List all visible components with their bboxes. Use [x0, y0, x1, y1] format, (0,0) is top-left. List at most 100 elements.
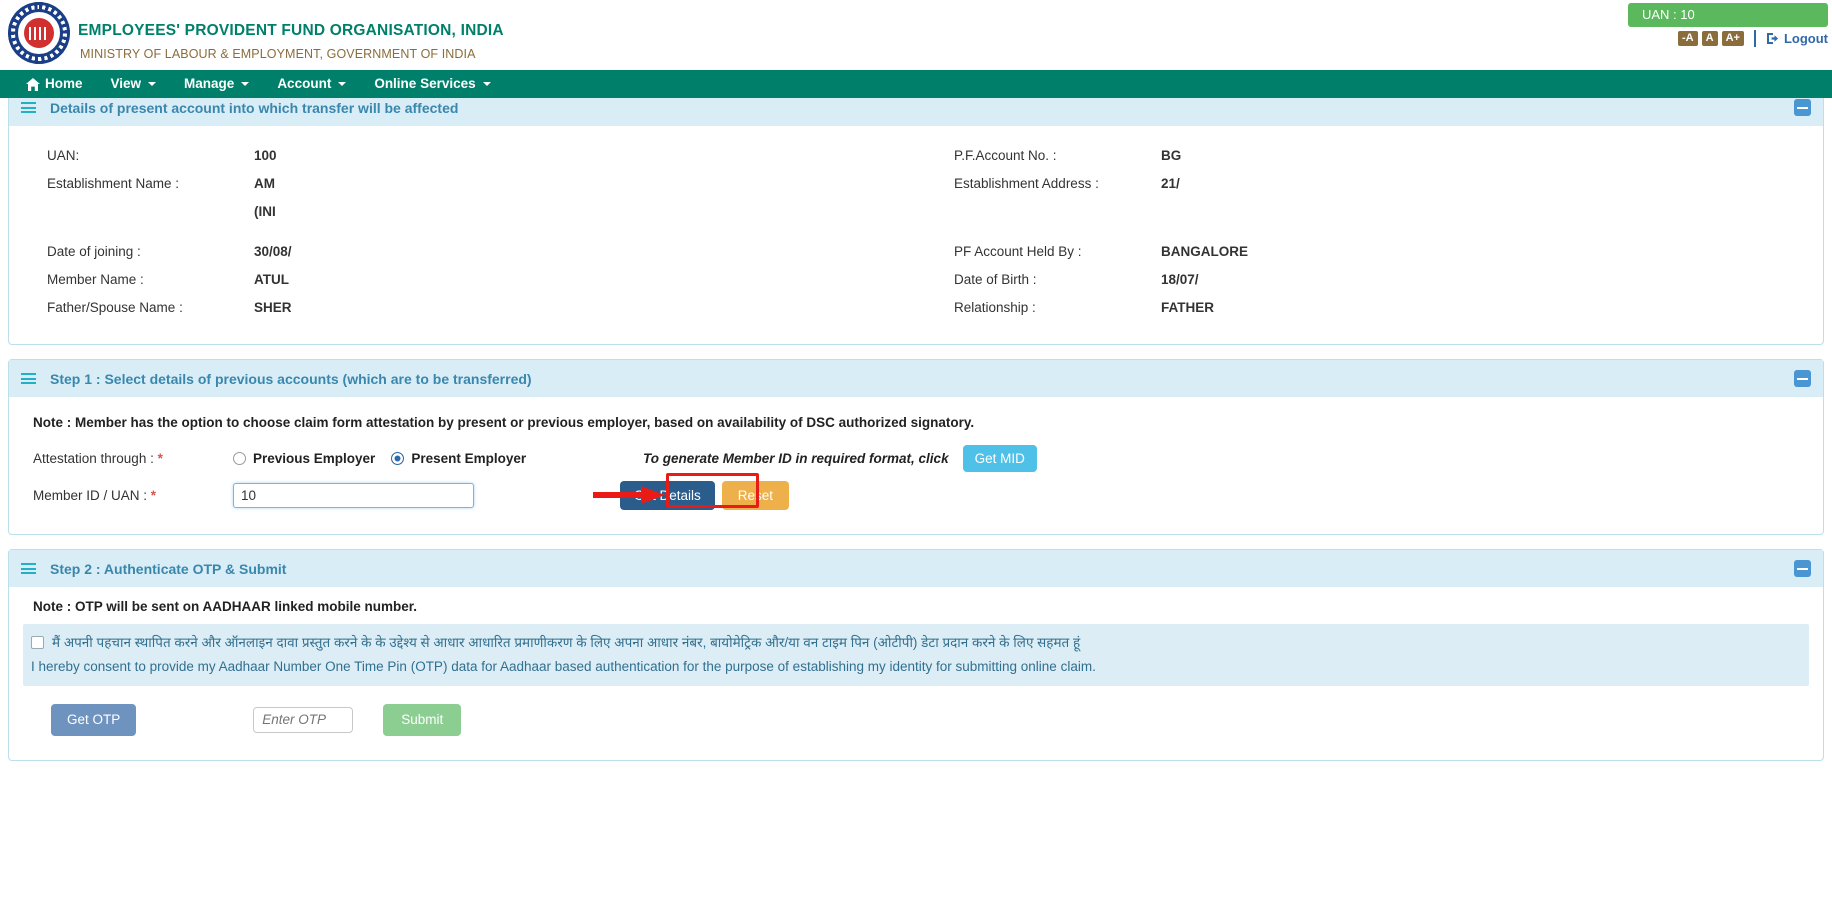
attestation-radio-group: Previous Employer Present Employer	[233, 451, 633, 466]
step2-title: Step 2 : Authenticate OTP & Submit	[50, 560, 287, 577]
nav-item-account[interactable]: Account	[263, 70, 360, 98]
radio-present-employer[interactable]: Present Employer	[391, 451, 526, 466]
required-marker: *	[150, 488, 157, 503]
detail-label	[9, 198, 254, 226]
uan-badge: UAN : 10	[1628, 3, 1828, 27]
nav-label: Manage	[184, 76, 235, 91]
collapse-toggle[interactable]	[1794, 560, 1811, 577]
detail-value: 21/	[1161, 176, 1180, 191]
main-content: Details of present account into which tr…	[0, 88, 1832, 761]
font-normal-button[interactable]: A	[1701, 30, 1718, 46]
consent-checkbox[interactable]	[31, 636, 44, 649]
detail-value: ATUL	[254, 272, 289, 287]
detail-label: Date of Birth :	[954, 272, 1037, 287]
attestation-row: Attestation through : * Previous Employe…	[23, 444, 1809, 473]
step1-body: Note : Member has the option to choose c…	[9, 397, 1823, 534]
detail-value: (INI	[254, 204, 276, 219]
step1-panel: Step 1 : Select details of previous acco…	[8, 359, 1824, 535]
detail-label: Date of joining :	[47, 244, 141, 259]
otp-action-row: Get OTP Submit	[23, 686, 1809, 760]
present-account-title: Details of present account into which tr…	[50, 99, 459, 116]
divider	[1753, 29, 1756, 47]
aadhaar-consent-block: मैं अपनी पहचान स्थापित करने और ऑनलाइन दा…	[23, 624, 1809, 686]
consent-hindi-line: मैं अपनी पहचान स्थापित करने और ऑनलाइन दा…	[31, 634, 1801, 652]
detail-value: FATHER	[1161, 300, 1214, 315]
detail-row: Establishment Name : AM Establishment Add…	[9, 170, 1823, 198]
get-details-button[interactable]: Get Details	[620, 480, 715, 511]
collapse-toggle[interactable]	[1794, 370, 1811, 387]
ministry-subtitle: MINISTRY OF LABOUR & EMPLOYMENT, GOVERNM…	[80, 47, 476, 61]
detail-row: (INI	[9, 198, 1823, 226]
menu-icon	[21, 371, 36, 387]
step2-body: Note : OTP will be sent on AADHAAR linke…	[9, 587, 1823, 760]
menu-icon	[21, 561, 36, 577]
detail-row: Member Name : ATUL Date of Birth : 18/07/	[9, 266, 1823, 294]
consent-english-text: I hereby consent to provide my Aadhaar N…	[31, 659, 1096, 674]
header-utility-row: -A A A+ Logout	[1678, 28, 1828, 48]
detail-value: 18/07/	[1161, 272, 1199, 287]
step1-note: Note : Member has the option to choose c…	[33, 415, 975, 430]
detail-label: PF Account Held By :	[954, 244, 1082, 259]
detail-value: BANGALORE	[1161, 244, 1248, 259]
page-title: EMPLOYEES' PROVIDENT FUND ORGANISATION, …	[78, 22, 504, 39]
get-mid-button[interactable]: Get MID	[962, 444, 1037, 473]
logout-button[interactable]: Logout	[1766, 31, 1828, 46]
detail-label: P.F.Account No. :	[954, 148, 1057, 163]
detail-row: Father/Spouse Name : SHER Relationship : F…	[9, 294, 1823, 322]
attestation-label: Attestation through : *	[23, 451, 233, 466]
detail-label: UAN:	[47, 148, 80, 163]
radio-previous-employer[interactable]: Previous Employer	[233, 451, 375, 466]
nav-label: Account	[277, 76, 332, 91]
member-id-input[interactable]	[233, 483, 474, 508]
radio-label: Previous Employer	[253, 451, 376, 466]
chevron-down-icon	[338, 82, 347, 86]
detail-value: 100	[254, 148, 277, 163]
detail-label: Relationship :	[954, 300, 1036, 315]
font-increase-button[interactable]: A+	[1721, 30, 1744, 46]
present-account-body: UAN: 100 P.F.Account No. : BG Establishmen…	[9, 126, 1823, 344]
detail-row: Date of joining : 30/08/ PF Account Held …	[9, 238, 1823, 266]
logout-label: Logout	[1783, 30, 1828, 46]
page-header: EMPLOYEES' PROVIDENT FUND ORGANISATION, …	[0, 0, 1832, 70]
detail-label: Establishment Address :	[954, 176, 1099, 191]
member-id-label-text: Member ID / UAN :	[33, 488, 148, 503]
font-decrease-button[interactable]: -A	[1678, 30, 1698, 46]
consent-hindi-text: मैं अपनी पहचान स्थापित करने और ऑनलाइन दा…	[52, 635, 1081, 650]
detail-label: Father/Spouse Name :	[47, 300, 183, 315]
member-id-row: Member ID / UAN : * Get Details Reset	[23, 473, 1809, 511]
detail-value: BG	[1161, 148, 1182, 163]
chevron-down-icon	[148, 82, 157, 86]
menu-icon	[21, 100, 36, 116]
detail-value: 30/08/	[254, 244, 292, 259]
home-icon	[26, 77, 40, 91]
step2-note: Note : OTP will be sent on AADHAAR linke…	[33, 599, 418, 614]
radio-label: Present Employer	[411, 451, 527, 466]
chevron-down-icon	[241, 82, 250, 86]
epfo-logo	[8, 2, 70, 64]
nav-item-online-services[interactable]: Online Services	[360, 70, 504, 98]
otp-input[interactable]	[253, 706, 354, 733]
present-account-panel: Details of present account into which tr…	[8, 88, 1824, 345]
get-mid-hint: To generate Member ID in required format…	[643, 451, 949, 466]
reset-button[interactable]: Reset	[721, 480, 790, 511]
step2-header[interactable]: Step 2 : Authenticate OTP & Submit	[9, 550, 1823, 587]
detail-value: AM	[254, 176, 275, 191]
collapse-toggle[interactable]	[1794, 99, 1811, 116]
nav-item-manage[interactable]: Manage	[170, 70, 263, 98]
detail-label: Establishment Name :	[47, 176, 180, 191]
chevron-down-icon	[482, 82, 491, 86]
submit-button[interactable]: Submit	[383, 704, 462, 736]
member-id-label: Member ID / UAN : *	[23, 488, 233, 503]
nav-item-view[interactable]: View	[97, 70, 171, 98]
step1-header[interactable]: Step 1 : Select details of previous acco…	[9, 360, 1823, 397]
logout-icon	[1766, 32, 1780, 45]
attestation-label-text: Attestation through :	[33, 451, 154, 466]
detail-label: Member Name :	[47, 272, 144, 287]
nav-label: View	[110, 76, 142, 91]
get-otp-button[interactable]: Get OTP	[51, 704, 137, 736]
nav-label: Home	[45, 76, 83, 91]
nav-item-home[interactable]: Home	[12, 70, 97, 98]
step1-title: Step 1 : Select details of previous acco…	[50, 370, 532, 387]
main-navigation: Home View Manage Account Online Services	[0, 70, 1832, 98]
detail-label	[916, 198, 1161, 226]
